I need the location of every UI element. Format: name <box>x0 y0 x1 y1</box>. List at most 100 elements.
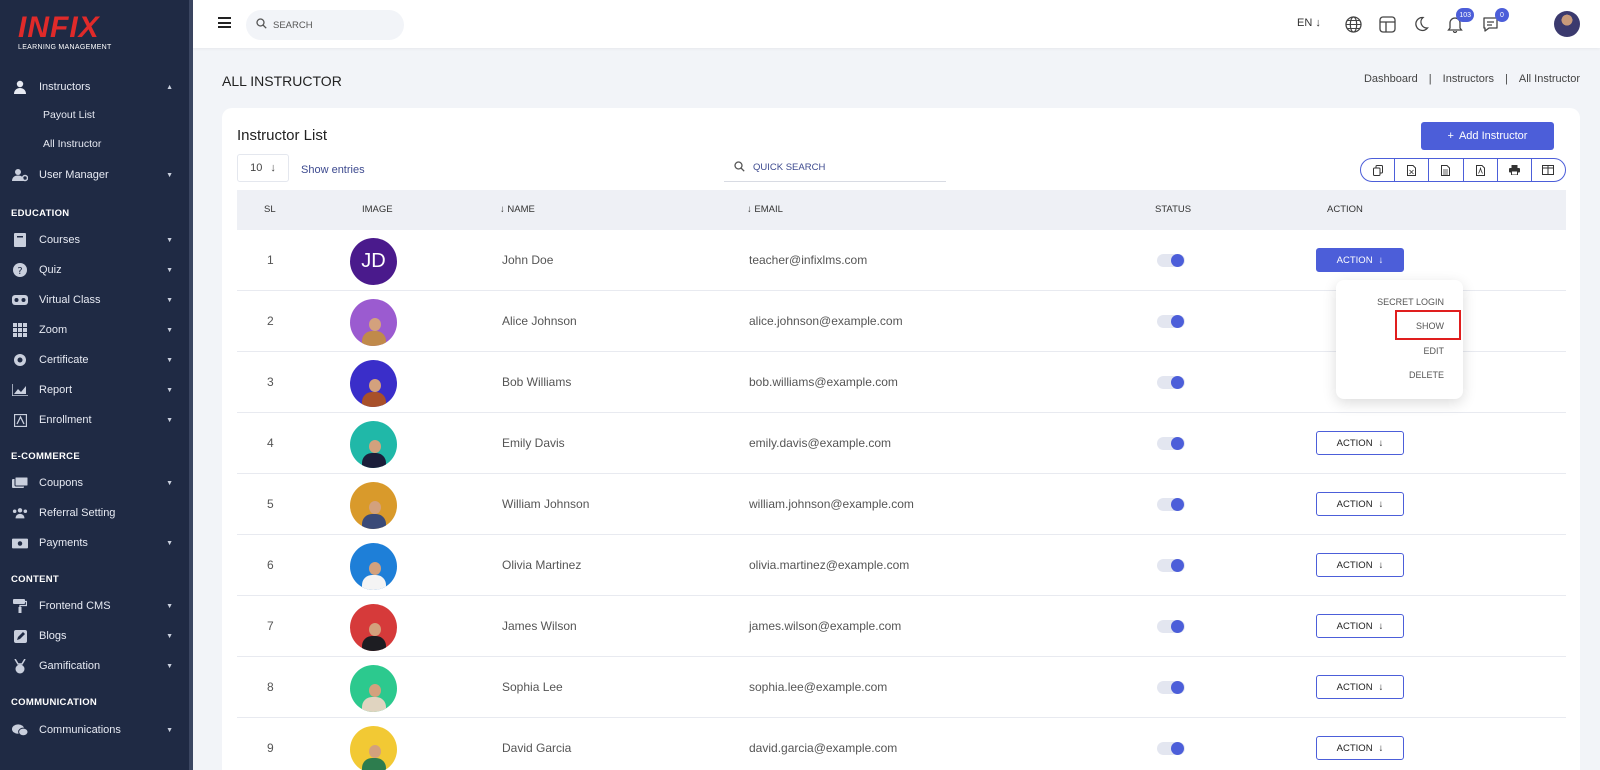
header-name-label: NAME <box>507 204 535 215</box>
messages-badge: 0 <box>1495 8 1509 22</box>
row-email: olivia.martinez@example.com <box>749 558 910 572</box>
quick-search-input[interactable] <box>753 162 933 173</box>
logo[interactable]: INFIX LEARNING MANAGEMENT <box>18 12 112 52</box>
sidebar-item-payout-list[interactable]: Payout List <box>43 109 95 121</box>
action-button[interactable]: ACTION ↓ <box>1316 614 1404 638</box>
avatar[interactable] <box>1554 11 1580 37</box>
users-icon <box>12 506 28 520</box>
avatar-initials: JD <box>361 250 386 272</box>
moon-icon[interactable] <box>1411 14 1431 34</box>
table-row: 7 James Wilson james.wilson@example.com … <box>237 597 1566 657</box>
action-button[interactable]: ACTION ↓ <box>1316 248 1404 272</box>
sidebar-item-label: Communications <box>39 724 121 736</box>
sidebar-item-frontend-cms[interactable]: Frontend CMS ▼ <box>0 593 189 619</box>
menu-item-delete[interactable]: DELETE <box>1409 370 1444 380</box>
grid-icon <box>12 323 28 337</box>
sidebar-item-courses[interactable]: Courses ▼ <box>0 227 189 253</box>
breadcrumb-instructors[interactable]: Instructors <box>1443 73 1494 85</box>
row-sl: 9 <box>267 741 274 755</box>
sidebar-item-payments[interactable]: Payments ▼ <box>0 530 189 556</box>
chevron-down-icon: ▼ <box>166 296 173 304</box>
status-toggle[interactable] <box>1157 498 1185 511</box>
layout-icon[interactable] <box>1377 14 1397 34</box>
columns-icon[interactable] <box>1532 159 1565 181</box>
excel-file-icon[interactable] <box>1395 159 1430 181</box>
status-toggle[interactable] <box>1157 559 1185 572</box>
chevron-up-icon: ▲ <box>166 83 173 91</box>
notifications-badge: 103 <box>1456 8 1474 22</box>
quick-search[interactable] <box>724 154 946 182</box>
globe-icon[interactable] <box>1343 14 1363 34</box>
sidebar-item-label: Payments <box>39 537 88 549</box>
row-name: Bob Williams <box>502 375 572 389</box>
comments-icon <box>12 723 28 737</box>
top-search[interactable] <box>246 10 404 40</box>
status-toggle[interactable] <box>1157 254 1185 267</box>
add-instructor-button[interactable]: + Add Instructor <box>1421 122 1554 150</box>
sidebar-item-user-manager[interactable]: User Manager ▼ <box>0 162 189 188</box>
sidebar-item-gamification[interactable]: Gamification ▼ <box>0 653 189 679</box>
header-email-label: EMAIL <box>754 204 783 215</box>
menu-item-edit[interactable]: EDIT <box>1423 346 1444 356</box>
status-toggle[interactable] <box>1157 437 1185 450</box>
sidebar-item-label: User Manager <box>39 169 109 181</box>
arrow-down-icon: ↓ <box>1378 437 1384 449</box>
status-toggle[interactable] <box>1157 315 1185 328</box>
action-button[interactable]: ACTION ↓ <box>1316 675 1404 699</box>
sidebar-item-blogs[interactable]: Blogs ▼ <box>0 623 189 649</box>
action-button[interactable]: ACTION ↓ <box>1316 553 1404 577</box>
row-email: sophia.lee@example.com <box>749 680 888 694</box>
header-name[interactable]: ↓ NAME <box>500 204 535 215</box>
chevron-down-icon: ▼ <box>166 416 173 424</box>
sidebar-item-report[interactable]: Report ▼ <box>0 377 189 403</box>
status-toggle[interactable] <box>1157 620 1185 633</box>
message-icon[interactable]: 0 <box>1480 8 1509 34</box>
search-input[interactable] <box>273 19 393 31</box>
pdf-file-icon[interactable] <box>1464 159 1498 181</box>
entries-select[interactable]: 10 ↓ <box>237 154 289 182</box>
bell-icon[interactable]: 103 <box>1445 8 1474 34</box>
header-status[interactable]: STATUS <box>1155 204 1191 215</box>
csv-file-icon[interactable] <box>1429 159 1464 181</box>
search-icon <box>256 18 267 32</box>
action-button[interactable]: ACTION ↓ <box>1316 736 1404 760</box>
header-action[interactable]: ACTION <box>1327 204 1363 215</box>
section-education: EDUCATION <box>11 208 70 219</box>
sidebar-item-quiz[interactable]: ? Quiz ▼ <box>0 257 189 283</box>
avatar <box>350 482 397 529</box>
breadcrumb-dashboard[interactable]: Dashboard <box>1364 73 1418 85</box>
menu-icon[interactable] <box>218 17 231 28</box>
sidebar-item-communications[interactable]: Communications ▼ <box>0 717 189 743</box>
sidebar-scrollbar[interactable] <box>189 0 193 770</box>
action-label: ACTION <box>1336 742 1373 754</box>
sidebar-item-certificate[interactable]: Certificate ▼ <box>0 347 189 373</box>
sidebar-item-all-instructor[interactable]: All Instructor <box>43 138 101 150</box>
action-button[interactable]: ACTION ↓ <box>1316 431 1404 455</box>
arrow-down-icon: ↓ <box>1378 498 1384 510</box>
menu-item-secret-login[interactable]: SECRET LOGIN <box>1377 297 1444 307</box>
row-email: alice.johnson@example.com <box>749 314 903 328</box>
arrow-down-icon: ↓ <box>1378 254 1384 266</box>
status-toggle[interactable] <box>1157 376 1185 389</box>
sidebar-item-virtual-class[interactable]: Virtual Class ▼ <box>0 287 189 313</box>
sidebar-item-referral-setting[interactable]: Referral Setting <box>0 500 189 526</box>
header-sl[interactable]: SL <box>264 204 276 215</box>
status-toggle[interactable] <box>1157 742 1185 755</box>
header-image[interactable]: IMAGE <box>362 204 393 215</box>
sidebar-item-zoom[interactable]: Zoom ▼ <box>0 317 189 343</box>
sidebar: INFIX LEARNING MANAGEMENT Instructors ▲ … <box>0 0 193 770</box>
print-icon[interactable] <box>1498 159 1532 181</box>
sidebar-item-instructors[interactable]: Instructors ▲ <box>0 74 189 100</box>
copy-icon[interactable] <box>1361 159 1396 181</box>
search-icon <box>734 160 745 175</box>
sidebar-item-coupons[interactable]: Coupons ▼ <box>0 470 189 496</box>
action-button[interactable]: ACTION ↓ <box>1316 492 1404 516</box>
language-selector[interactable]: EN ↓ <box>1297 17 1321 29</box>
chevron-down-icon: ▼ <box>166 479 173 487</box>
header-email[interactable]: ↓ EMAIL <box>747 204 783 215</box>
add-instructor-label: Add Instructor <box>1458 130 1528 142</box>
sidebar-item-label: Gamification <box>39 660 101 672</box>
sidebar-item-enrollment[interactable]: Enrollment ▼ <box>0 407 189 433</box>
status-toggle[interactable] <box>1157 681 1185 694</box>
chevron-down-icon: ▼ <box>166 726 173 734</box>
